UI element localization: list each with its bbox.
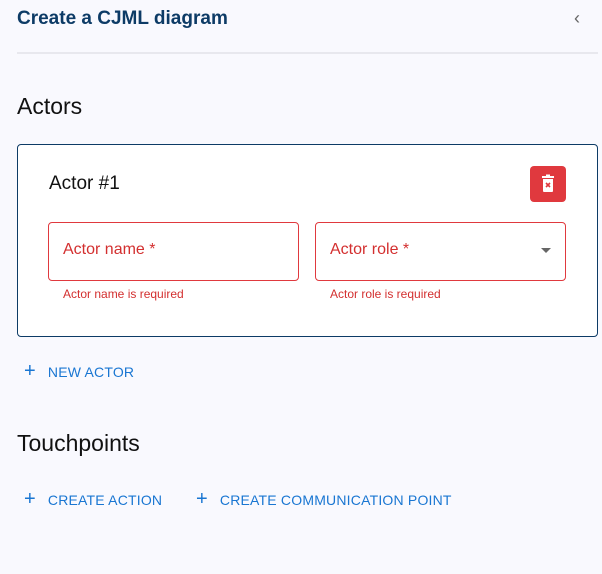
plus-icon: + xyxy=(196,488,208,510)
actors-heading: Actors xyxy=(17,93,83,119)
new-actor-label: NEW ACTOR xyxy=(47,363,135,380)
new-actor-button[interactable]: + NEW ACTOR xyxy=(24,360,134,383)
trash-icon xyxy=(542,174,554,192)
dropdown-arrow-icon xyxy=(541,248,551,253)
actor-name-label: Actor name * xyxy=(63,241,156,258)
page-title: Create a CJML diagram xyxy=(17,8,228,29)
actor-name-input[interactable]: Actor name * xyxy=(48,222,299,281)
create-action-label: CREATE ACTION xyxy=(47,491,163,508)
actor-role-label: Actor role * xyxy=(330,241,410,258)
delete-actor-button[interactable] xyxy=(530,166,566,202)
chevron-left-icon[interactable]: ‹ xyxy=(568,8,586,32)
create-action-button[interactable]: + CREATE ACTION xyxy=(24,488,162,511)
actor-card: Actor #1 Actor name * Actor name is requ… xyxy=(17,144,598,337)
plus-icon: + xyxy=(24,488,36,510)
actor-role-error: Actor role is required xyxy=(330,287,441,301)
create-communication-point-label: CREATE COMMUNICATION POINT xyxy=(219,491,452,508)
actor-name-error: Actor name is required xyxy=(63,287,184,301)
actor-role-select[interactable]: Actor role * xyxy=(315,222,566,281)
touchpoints-heading: Touchpoints xyxy=(17,430,140,456)
create-communication-point-button[interactable]: + CREATE COMMUNICATION POINT xyxy=(196,488,452,511)
actor-title: Actor #1 xyxy=(49,173,120,194)
divider xyxy=(17,52,598,54)
plus-icon: + xyxy=(24,360,36,382)
